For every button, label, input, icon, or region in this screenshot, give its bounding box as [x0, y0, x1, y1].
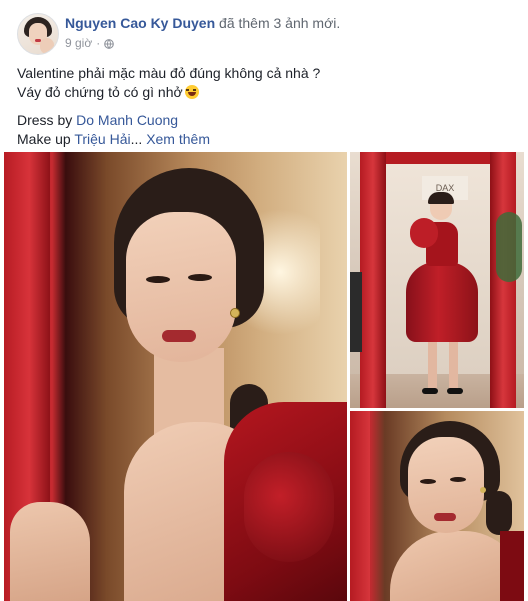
plant: [496, 212, 522, 282]
see-more-link[interactable]: Xem thêm: [146, 131, 210, 147]
dress-bow: [244, 452, 334, 562]
makeup-credit-line: Make up Triệu Hải... Xem thêm: [17, 131, 210, 147]
makeup-credit-link[interactable]: Triệu Hải: [74, 131, 130, 147]
post-header: Nguyen Cao Ky Duyen đã thêm 3 ảnh mới.: [65, 14, 340, 32]
model-shoe: [422, 388, 438, 394]
post-text-line-1: Valentine phải mặc màu đỏ đúng không cả …: [17, 65, 321, 81]
avatar-hand: [40, 38, 54, 54]
dress-credit-line: Dress by Do Manh Cuong: [17, 112, 179, 128]
post-text: Valentine phải mặc màu đỏ đúng không cả …: [17, 64, 517, 149]
model-shoe: [447, 388, 463, 394]
background-person: [350, 272, 362, 352]
author-name-link[interactable]: Nguyen Cao Ky Duyen: [65, 15, 215, 31]
model-lips: [162, 330, 196, 342]
post-meta: 9 giờ ·: [65, 36, 115, 50]
model-eye: [450, 477, 466, 482]
model-eye: [188, 274, 212, 281]
photo-2[interactable]: DAX: [350, 152, 524, 408]
model-earring: [480, 487, 486, 493]
model-leg: [428, 342, 437, 390]
model-hand: [10, 502, 90, 601]
red-door-frame: [350, 411, 370, 601]
model-lips: [434, 513, 456, 521]
model-hair-bun: [486, 491, 512, 535]
post-text-line-2: Váy đỏ chứng tỏ có gì nhở: [17, 83, 517, 102]
red-dress-skirt: [406, 262, 478, 342]
model-eye: [420, 479, 436, 484]
globe-icon[interactable]: [104, 38, 115, 49]
photo-3[interactable]: [350, 411, 524, 601]
photo-grid: DAX: [4, 152, 524, 601]
model-leg: [449, 342, 458, 390]
photo-1[interactable]: [4, 152, 347, 601]
model-hair: [428, 192, 454, 204]
post-timestamp[interactable]: 9 giờ: [65, 36, 92, 50]
red-door-left: [360, 152, 386, 408]
post-action-text: đã thêm 3 ảnh mới.: [219, 15, 341, 31]
model-earring: [230, 308, 240, 318]
dress-credit-link[interactable]: Do Manh Cuong: [76, 112, 178, 128]
model-eye: [146, 276, 170, 283]
laughing-emoji-icon: [184, 85, 199, 99]
author-avatar[interactable]: [17, 13, 59, 55]
dress-bow: [410, 218, 438, 248]
red-dress: [500, 531, 524, 601]
feed-post: Nguyen Cao Ky Duyen đã thêm 3 ảnh mới. 9…: [0, 0, 528, 601]
